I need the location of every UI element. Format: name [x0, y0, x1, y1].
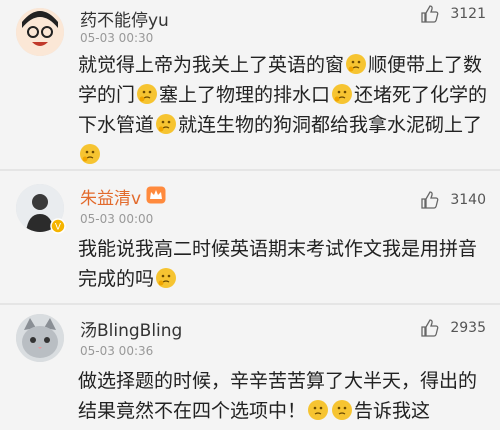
- thinking-face-emoji: [79, 143, 101, 165]
- comment-text-segment: 就连生物的狗洞都给我拿水泥砌上了: [178, 114, 483, 136]
- crown-badge-icon: [146, 186, 166, 208]
- comment-text-segment: 告诉我这: [354, 400, 431, 422]
- timestamp: 05-03 00:30: [80, 31, 154, 45]
- username[interactable]: 朱益清v: [80, 184, 141, 209]
- thinking-face-emoji: [307, 399, 329, 421]
- divider: [0, 169, 500, 171]
- username[interactable]: 药不能停yu: [80, 6, 169, 31]
- comment-text-segment: 我能说我高二时候英语期末考试作文我是用拼音完成的吗: [78, 238, 478, 290]
- avatar[interactable]: [16, 314, 64, 362]
- timestamp: 05-03 00:00: [80, 212, 154, 226]
- comment-text-segment: 塞上了物理的排水口: [159, 84, 331, 106]
- comment-text-segment: 就觉得上帝为我关上了英语的窗: [78, 54, 345, 76]
- thinking-face-emoji: [345, 53, 367, 75]
- like-count: 3140: [450, 192, 486, 208]
- divider: [0, 303, 500, 305]
- thumbs-up-icon: [420, 318, 440, 338]
- thinking-face-emoji: [155, 267, 177, 289]
- comment-text: 做选择题的时候，辛辛苦苦算了大半天，得出的结果竟然不在四个选项中！ 告诉我这: [78, 366, 488, 426]
- verified-badge-icon: V: [50, 218, 66, 238]
- like-count: 3121: [450, 6, 486, 22]
- comment-text-segment: 做选择题的时候，辛辛苦苦算了大半天，得出: [78, 370, 459, 392]
- username[interactable]: 汤BlingBling: [80, 316, 182, 341]
- thumbs-up-icon: [420, 190, 440, 210]
- comment-text: 我能说我高二时候英语期末考试作文我是用拼音完成的吗: [78, 234, 488, 294]
- like-count: 2935: [450, 320, 486, 336]
- comment-item: 汤BlingBling 05-03 00:36 2935 做选择题的时候，辛辛苦…: [0, 306, 500, 422]
- thinking-face-emoji: [331, 83, 353, 105]
- thinking-face-emoji: [155, 113, 177, 135]
- avatar[interactable]: [16, 8, 64, 56]
- comment-text: 就觉得上帝为我关上了英语的窗 顺便带上了数学的门 塞上了物理的排水口 还堵死了化学的下…: [78, 50, 488, 170]
- like-button[interactable]: 3140: [420, 190, 486, 210]
- comment-item: V 朱益清v 05-03 00:00 3140 我能说我高二时候英语期末考试作文…: [0, 172, 500, 302]
- thinking-face-emoji: [331, 399, 353, 421]
- comment-item: 药不能停yu 05-03 00:30 3121 就觉得上帝为我关上了英语的窗 顺便…: [0, 0, 500, 168]
- thinking-face-emoji: [136, 83, 158, 105]
- thumbs-up-icon: [420, 4, 440, 24]
- timestamp: 05-03 00:36: [80, 344, 154, 358]
- svg-text:V: V: [55, 223, 62, 233]
- like-button[interactable]: 3121: [420, 4, 486, 24]
- like-button[interactable]: 2935: [420, 318, 486, 338]
